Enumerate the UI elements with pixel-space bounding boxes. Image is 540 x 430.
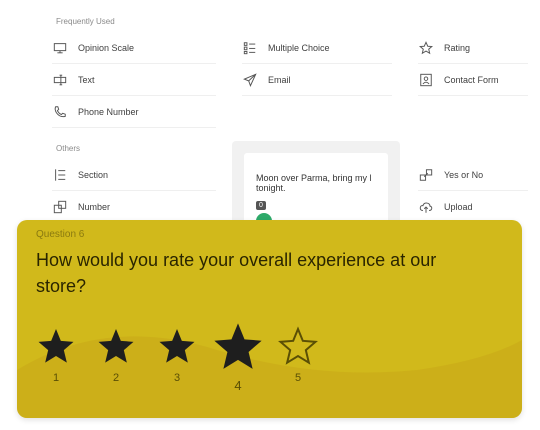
rating-label: 4 <box>234 378 242 393</box>
preview-badge: 0 <box>256 201 266 210</box>
rating-star-4[interactable]: 4 <box>211 318 265 393</box>
field-label: Email <box>268 74 291 85</box>
question-number: Question 6 <box>36 229 85 240</box>
section-lines-icon <box>52 167 68 183</box>
question-text: How would you rate your overall experien… <box>36 250 437 296</box>
field-label: Yes or No <box>444 169 484 180</box>
rating-label: 2 <box>112 372 120 384</box>
field-item-contact-form[interactable]: Contact Form <box>418 64 528 96</box>
field-label: Section <box>78 169 109 180</box>
cloud-upload-icon <box>418 199 434 215</box>
field-label: Upload <box>444 202 473 212</box>
phone-icon <box>52 104 68 120</box>
preview-text-continued: tonight. <box>256 183 286 193</box>
field-item-upload[interactable]: Upload <box>418 191 528 223</box>
star-filled-icon <box>159 329 195 363</box>
monitor-icon <box>52 40 68 56</box>
field-item-opinion-scale[interactable]: Opinion Scale <box>52 32 216 64</box>
section-label-frequently-used: Frequently Used <box>56 17 115 26</box>
star-filled-icon <box>38 329 74 363</box>
list-check-icon <box>242 40 258 56</box>
number-box-icon <box>52 199 68 215</box>
star-filled-icon <box>98 329 134 363</box>
star-outline-icon <box>418 40 434 56</box>
question-card: Question 6 How would you rate your overa… <box>17 220 522 418</box>
contact-card-icon <box>418 72 434 88</box>
rating-label: 3 <box>173 372 181 384</box>
field-item-text[interactable]: Text <box>52 64 216 96</box>
rating-star-2[interactable]: 2 <box>96 325 136 384</box>
section-label-others: Others <box>56 144 81 153</box>
field-label: Number <box>78 202 111 212</box>
field-item-yes-or-no[interactable]: Yes or No <box>418 159 528 191</box>
field-label: Opinion Scale <box>78 42 135 53</box>
star-outline-icon <box>278 326 318 365</box>
preview-text: Moon over Parma, bring my l <box>256 173 372 183</box>
field-item-number[interactable]: Number <box>52 191 216 223</box>
paper-plane-icon <box>242 72 258 88</box>
text-cursor-icon <box>52 72 68 88</box>
field-label: Phone Number <box>78 106 139 117</box>
rating-label: 1 <box>52 372 60 384</box>
field-label: Text <box>78 74 95 85</box>
field-item-multiple-choice[interactable]: Multiple Choice <box>242 32 392 64</box>
toggle-arrows-icon <box>418 167 434 183</box>
rating-label: 5 <box>294 372 302 384</box>
star-filled-icon <box>214 323 262 369</box>
field-label: Multiple Choice <box>268 42 330 53</box>
field-item-email[interactable]: Email <box>242 64 392 96</box>
rating-star-3[interactable]: 3 <box>157 325 197 384</box>
rating-star-5[interactable]: 5 <box>278 325 318 384</box>
field-item-rating[interactable]: Rating <box>418 32 528 64</box>
field-item-phone-number[interactable]: Phone Number <box>52 96 216 128</box>
field-item-section[interactable]: Section <box>52 159 216 191</box>
rating-star-1[interactable]: 1 <box>36 325 76 384</box>
question-preview-card[interactable]: Moon over Parma, bring my l tonight. 0 <box>232 141 400 233</box>
field-label: Contact Form <box>444 74 499 85</box>
field-label: Rating <box>444 42 471 53</box>
